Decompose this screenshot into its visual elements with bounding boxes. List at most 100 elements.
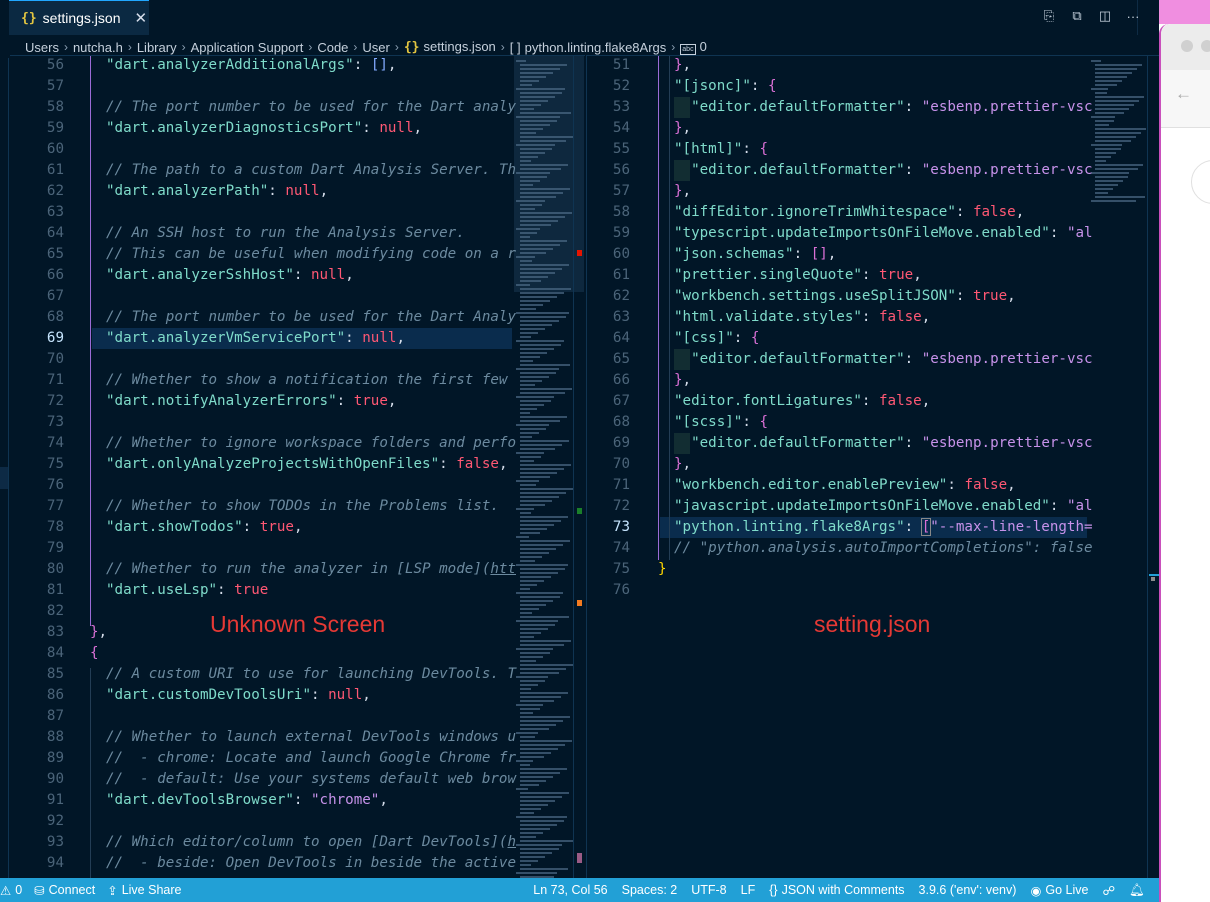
window-control-dot[interactable] xyxy=(1181,40,1193,52)
breadcrumb-item[interactable]: Users xyxy=(25,40,59,55)
code-line[interactable]: 66}, xyxy=(587,370,1159,391)
code-line[interactable]: 79 xyxy=(10,538,585,559)
code-line[interactable]: 69 "editor.defaultFormatter": "esbenp.pr… xyxy=(587,433,1159,454)
code-line[interactable]: 54}, xyxy=(587,118,1159,139)
code-line[interactable]: 63 "html.validate.styles": false, xyxy=(587,307,1159,328)
open-preview-icon[interactable]: ⧉ xyxy=(1069,6,1085,26)
status-live-share[interactable]: ⇪ Live Share xyxy=(107,883,181,898)
code-line[interactable]: 55 "[html]": { xyxy=(587,139,1159,160)
code-line[interactable]: 85 // A custom URI to use for launching D… xyxy=(10,664,585,685)
code-line[interactable]: 94 // - beside: Open DevTools in beside t… xyxy=(10,853,585,874)
code-line[interactable]: 84 { xyxy=(10,643,585,664)
tab-settings-json[interactable]: {} settings.json ✕ xyxy=(9,0,149,35)
code-line[interactable]: 59 "typescript.updateImportsOnFileMove.en… xyxy=(587,223,1159,244)
status-python-interpreter[interactable]: 3.9.6 ('env': venv) xyxy=(919,883,1017,897)
open-changes-icon[interactable]: ⎘ xyxy=(1041,6,1057,26)
code-line[interactable]: 75 "dart.onlyAnalyzeProjectsWithOpenFiles… xyxy=(10,454,585,475)
code-line[interactable]: 65 "editor.defaultFormatter": "esbenp.pr… xyxy=(587,349,1159,370)
breadcrumb-item[interactable]: [ ] python.linting.flake8Args xyxy=(510,40,667,55)
code-line[interactable]: 58 // The port number to be used for the … xyxy=(10,97,585,118)
breadcrumb-item[interactable]: nutcha.h xyxy=(73,40,123,55)
code-line[interactable]: 64 "[css]": { xyxy=(587,328,1159,349)
more-actions-icon[interactable]: ··· xyxy=(1125,6,1141,26)
code-line[interactable]: 63 xyxy=(10,202,585,223)
status-label: Go Live xyxy=(1045,883,1089,897)
code-line[interactable]: 64 // An SSH host to run the Analysis Ser… xyxy=(10,223,585,244)
code-line[interactable]: 59 "dart.analyzerDiagnosticsPort": null, xyxy=(10,118,585,139)
code-line[interactable]: 71 // Whether to show a notification the … xyxy=(10,370,585,391)
code-line[interactable]: 52 "[jsonc]": { xyxy=(587,76,1159,97)
code-line[interactable]: 67 xyxy=(10,286,585,307)
breadcrumb-item[interactable]: Library xyxy=(137,40,177,55)
status-connect[interactable]: ⛁ Connect xyxy=(34,883,95,898)
code-line[interactable]: 76 xyxy=(10,475,585,496)
breadcrumb-item[interactable]: {} settings.json xyxy=(404,39,496,55)
code-line[interactable]: 60 xyxy=(10,139,585,160)
status-problems[interactable]: ⚠ 0 xyxy=(0,883,22,898)
code-line[interactable]: 82 xyxy=(10,601,585,622)
code-line[interactable]: 75} xyxy=(587,559,1159,580)
status-go-live[interactable]: ◉ Go Live xyxy=(1030,883,1088,898)
code-line[interactable]: 66 "dart.analyzerSshHost": null, xyxy=(10,265,585,286)
code-line[interactable]: 56 "editor.defaultFormatter": "esbenp.pr… xyxy=(587,160,1159,181)
code-line[interactable]: 71 "workbench.editor.enablePreview": fals… xyxy=(587,475,1159,496)
code-line[interactable]: 58 "diffEditor.ignoreTrimWhitespace": fal… xyxy=(587,202,1159,223)
code-line[interactable]: 91 "dart.devToolsBrowser": "chrome", xyxy=(10,790,585,811)
code-line[interactable]: 81 "dart.useLsp": true xyxy=(10,580,585,601)
close-icon[interactable]: ✕ xyxy=(134,9,147,27)
code-line[interactable]: 87 xyxy=(10,706,585,727)
code-line[interactable]: 80 // Whether to run the analyzer in [LSP… xyxy=(10,559,585,580)
editor-pane-right[interactable]: setting.json 51}, 52 "[jsonc]": {53 "edito… xyxy=(586,55,1159,878)
code-line[interactable]: 72 "javascript.updateImportsOnFileMove.en… xyxy=(587,496,1159,517)
code-line[interactable]: 76 xyxy=(587,580,1159,601)
code-line[interactable]: 73 xyxy=(10,412,585,433)
status-feedback[interactable]: ☍ xyxy=(1102,883,1115,898)
code-line[interactable]: 74 // Whether to ignore workspace folders… xyxy=(10,433,585,454)
code-line[interactable]: 70}, xyxy=(587,454,1159,475)
code-line[interactable]: 67 "editor.fontLigatures": false, xyxy=(587,391,1159,412)
status-language-mode[interactable]: {} JSON with Comments xyxy=(769,883,904,897)
breadcrumb-item[interactable]: User xyxy=(362,40,389,55)
code-line[interactable]: 57 xyxy=(10,76,585,97)
status-cursor-position[interactable]: Ln 73, Col 56 xyxy=(533,883,607,897)
code-line[interactable]: 62 "dart.analyzerPath": null, xyxy=(10,181,585,202)
code-line[interactable]: 56 "dart.analyzerAdditionalArgs": [], xyxy=(10,56,585,76)
code-line[interactable]: 86 "dart.customDevToolsUri": null, xyxy=(10,685,585,706)
code-line[interactable]: 93 // Which editor/column to open [Dart D… xyxy=(10,832,585,853)
code-line[interactable]: 88 // Whether to launch external DevTools… xyxy=(10,727,585,748)
code-line[interactable]: 57}, xyxy=(587,181,1159,202)
code-line[interactable]: 68 "[scss]": { xyxy=(587,412,1159,433)
code-line[interactable]: 77 // Whether to show TODOs in the Proble… xyxy=(10,496,585,517)
status-eol[interactable]: LF xyxy=(741,883,756,897)
code-line[interactable]: 62 "workbench.settings.useSplitJSON": tru… xyxy=(587,286,1159,307)
breadcrumb-item[interactable]: Application Support xyxy=(191,40,304,55)
code-line[interactable]: 51}, xyxy=(587,56,1159,76)
code-line[interactable]: 78 "dart.showTodos": true, xyxy=(10,517,585,538)
code-line[interactable]: 74 // "python.analysis.autoImportCompleti… xyxy=(587,538,1159,559)
split-editor-icon[interactable]: ◫ xyxy=(1097,6,1113,26)
code-line[interactable]: 70 xyxy=(10,349,585,370)
code-line[interactable]: 90 // - default: Use your systems default… xyxy=(10,769,585,790)
editor-pane-left[interactable]: Unknown Screen 56 "dart.analyzerAdditiona… xyxy=(10,55,585,878)
back-arrow-icon[interactable]: ← xyxy=(1175,84,1192,104)
status-encoding[interactable]: UTF-8 xyxy=(691,883,726,897)
breadcrumb-item[interactable]: abc 0 xyxy=(680,39,707,55)
code-line[interactable]: 65 // This can be useful when modifying c… xyxy=(10,244,585,265)
code-line[interactable]: 83}, xyxy=(10,622,585,643)
code-line[interactable]: 61 "prettier.singleQuote": true, xyxy=(587,265,1159,286)
code-text: // Whether to show a notification the fi… xyxy=(106,372,508,388)
code-line[interactable]: 89 // - chrome: Locate and launch Google … xyxy=(10,748,585,769)
code-line[interactable]: 61 // The path to a custom Dart Analysis … xyxy=(10,160,585,181)
status-indentation[interactable]: Spaces: 2 xyxy=(622,883,678,897)
window-control-dot[interactable] xyxy=(1201,40,1210,52)
code-line[interactable]: 73 "python.linting.flake8Args": ["--max-l… xyxy=(587,517,1159,538)
code-line[interactable]: 60 "json.schemas": [], xyxy=(587,244,1159,265)
code-line[interactable]: 92 xyxy=(10,811,585,832)
apple-logo-icon[interactable] xyxy=(1177,3,1191,19)
code-line[interactable]: 68 // The port number to be used for the … xyxy=(10,307,585,328)
breadcrumb-item[interactable]: Code xyxy=(317,40,348,55)
code-line[interactable]: 53 "editor.defaultFormatter": "esbenp.pr… xyxy=(587,97,1159,118)
code-line[interactable]: 72 "dart.notifyAnalyzerErrors": true, xyxy=(10,391,585,412)
code-line[interactable]: 69 "dart.analyzerVmServicePort": null, xyxy=(10,328,585,349)
status-notifications[interactable]: 🔔︎ xyxy=(1129,883,1145,898)
